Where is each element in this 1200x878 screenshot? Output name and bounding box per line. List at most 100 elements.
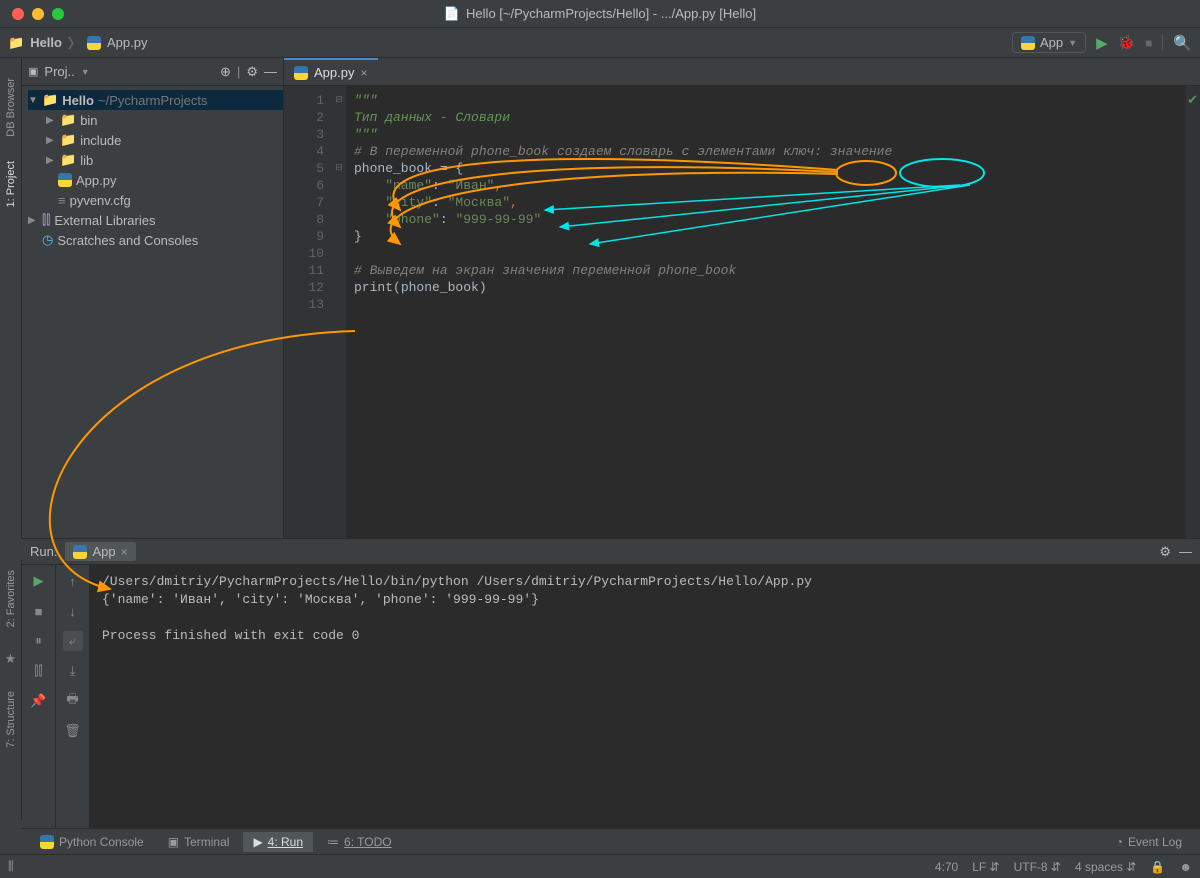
run-actions-left: ▶ ■ ⏸ ⫿⫿ 📌 <box>22 565 56 828</box>
favorites-tool[interactable]: 2: Favorites <box>5 570 17 627</box>
expand-arrow-icon[interactable]: ▶ <box>28 215 38 226</box>
search-button[interactable]: 🔍 <box>1173 34 1192 52</box>
todo-tab[interactable]: ≔ 6: TODO <box>317 832 402 852</box>
tree-item-label: External Libraries <box>54 213 155 228</box>
line-number-gutter[interactable]: 12345678910111213 <box>284 86 332 538</box>
editor[interactable]: 12345678910111213 ⊟⊟ """ Тип данных - Сл… <box>284 86 1200 538</box>
tree-root[interactable]: ▼ 📁 Hello ~/PycharmProjects <box>28 90 283 110</box>
layout-button[interactable]: ⫿⫿ <box>29 661 49 681</box>
python-file-icon <box>58 173 72 187</box>
breadcrumb[interactable]: 📁 Hello 〉 App.py <box>8 33 147 52</box>
navigation-bar: 📁 Hello 〉 App.py App ▼ ▶ 🐞 ■ 🔍 <box>0 28 1200 58</box>
left-tool-strip: DB Browser 1: Project <box>0 58 22 538</box>
close-tab-button[interactable]: × <box>360 66 367 80</box>
breadcrumb-project[interactable]: Hello <box>30 35 62 50</box>
todo-icon: ≔ <box>327 835 339 849</box>
tool-window-quick-access[interactable]: ⫼ <box>8 859 14 874</box>
ide-icon[interactable]: ☻ <box>1179 860 1192 874</box>
terminal-tab[interactable]: ▣ Terminal <box>158 832 240 852</box>
close-window-button[interactable] <box>12 8 24 20</box>
maximize-window-button[interactable] <box>52 8 64 20</box>
breadcrumb-file[interactable]: App.py <box>107 35 147 50</box>
tree-item-include[interactable]: ▶ 📁 include <box>28 130 283 150</box>
left-tool-strip-lower: 2: Favorites ★ 7: Structure <box>0 560 22 820</box>
inspection-ok-icon[interactable]: ✔ <box>1187 92 1198 109</box>
project-panel-header: ▣ Proj.. ▼ ⊕ | ⚙ — <box>22 58 283 86</box>
chevron-down-icon: ▼ <box>1068 38 1077 48</box>
project-panel-title[interactable]: Proj.. <box>44 64 74 79</box>
project-tree: ▼ 📁 Hello ~/PycharmProjects ▶ 📁 bin ▶ 📁 … <box>22 86 283 254</box>
chevron-down-icon[interactable]: ▼ <box>81 67 90 77</box>
project-tool[interactable]: 1: Project <box>5 161 17 207</box>
rerun-button[interactable]: ▶ <box>29 571 49 591</box>
file-icon: ≡ <box>58 193 66 208</box>
minimize-window-button[interactable] <box>32 8 44 20</box>
collapse-icon[interactable]: — <box>264 64 277 79</box>
hide-panel-button[interactable]: — <box>1179 544 1192 559</box>
code-area[interactable]: """ Тип данных - Словари """ # В перемен… <box>346 86 1186 538</box>
tree-item-label: App.py <box>76 173 116 188</box>
up-button[interactable]: ↑ <box>63 571 83 591</box>
tree-item-label: Scratches and Consoles <box>57 233 198 248</box>
line-separator[interactable]: LF ⇵ <box>972 860 999 874</box>
indent-settings[interactable]: 4 spaces ⇵ <box>1075 860 1136 874</box>
debug-button[interactable]: 🐞 <box>1118 34 1135 51</box>
soft-wrap-button[interactable]: ⤶ <box>63 631 83 651</box>
expand-arrow-icon[interactable]: ▶ <box>46 115 56 126</box>
folder-icon: 📁 <box>8 35 24 51</box>
locate-icon[interactable]: ⊕ <box>220 64 231 80</box>
python-file-icon <box>87 36 101 50</box>
tree-root-path: ~/PycharmProjects <box>98 93 207 108</box>
fold-gutter[interactable]: ⊟⊟ <box>332 86 346 538</box>
close-run-tab[interactable]: × <box>121 545 128 559</box>
scroll-end-button[interactable]: ⤓ <box>63 661 83 681</box>
editor-area: App.py × 12345678910111213 ⊟⊟ """ Тип да… <box>284 58 1200 538</box>
db-browser-tool[interactable]: DB Browser <box>5 78 17 137</box>
structure-tool[interactable]: 7: Structure <box>5 691 17 748</box>
tree-item-pyvenv[interactable]: ≡ pyvenv.cfg <box>28 190 283 210</box>
python-console-tab[interactable]: Python Console <box>30 832 154 852</box>
window-titlebar: 📄 Hello [~/PycharmProjects/Hello] - .../… <box>0 0 1200 28</box>
pause-button[interactable]: ⏸ <box>29 631 49 651</box>
stop-button[interactable]: ■ <box>29 601 49 621</box>
tree-item-app-py[interactable]: App.py <box>28 170 283 190</box>
stop-button[interactable]: ■ <box>1145 36 1152 50</box>
window-title: 📄 Hello [~/PycharmProjects/Hello] - .../… <box>444 6 756 22</box>
editor-right-gutter: ✔ <box>1186 86 1200 538</box>
expand-arrow-icon[interactable]: ▶ <box>46 135 56 146</box>
view-mode-icon[interactable]: ▣ <box>28 65 38 78</box>
gear-icon[interactable]: ⚙ <box>1159 544 1171 560</box>
tree-scratches[interactable]: ◷ Scratches and Consoles <box>28 230 283 250</box>
file-encoding[interactable]: UTF-8 ⇵ <box>1014 860 1061 874</box>
run-header: Run: App × ⚙ — <box>22 539 1200 565</box>
tree-external-libs[interactable]: ▶ ⫿⫿ External Libraries <box>28 210 283 230</box>
run-config-selector[interactable]: App ▼ <box>1012 32 1086 53</box>
run-config-label: App <box>1040 35 1063 50</box>
python-icon <box>73 545 87 559</box>
lock-icon[interactable]: 🔒 <box>1150 860 1165 874</box>
gear-icon[interactable]: ⚙ <box>246 64 258 80</box>
folder-icon: 📁 <box>42 92 58 108</box>
scratches-icon: ◷ <box>42 232 53 248</box>
down-button[interactable]: ↓ <box>63 601 83 621</box>
tree-item-bin[interactable]: ▶ 📁 bin <box>28 110 283 130</box>
run-tab-bottom[interactable]: ▶ 4: Run <box>243 832 313 852</box>
run-tool-window: Run: App × ⚙ — ▶ ■ ⏸ ⫿⫿ 📌 ↑ ↓ ⤶ ⤓ 🖶 🗑 /U… <box>22 538 1200 828</box>
print-button[interactable]: 🖶 <box>63 691 83 711</box>
editor-tab-app-py[interactable]: App.py × <box>284 58 378 85</box>
console-output[interactable]: /Users/dmitriy/PycharmProjects/Hello/bin… <box>90 565 1200 828</box>
expand-arrow-icon[interactable]: ▶ <box>46 155 56 166</box>
tree-item-lib[interactable]: ▶ 📁 lib <box>28 150 283 170</box>
python-icon <box>40 835 54 849</box>
event-log-tab[interactable]: ◔ Event Log <box>1106 832 1192 852</box>
cursor-position[interactable]: 4:70 <box>935 860 958 874</box>
pin-button[interactable]: 📌 <box>29 691 49 711</box>
tree-item-label: bin <box>80 113 97 128</box>
run-tab[interactable]: App × <box>65 542 135 561</box>
run-button[interactable]: ▶ <box>1096 34 1108 52</box>
expand-arrow-icon[interactable]: ▼ <box>28 95 38 106</box>
window-title-text: Hello [~/PycharmProjects/Hello] - .../Ap… <box>466 6 756 21</box>
trash-button[interactable]: 🗑 <box>63 721 83 741</box>
tree-root-name: Hello <box>62 93 94 108</box>
editor-tabs: App.py × <box>284 58 1200 86</box>
